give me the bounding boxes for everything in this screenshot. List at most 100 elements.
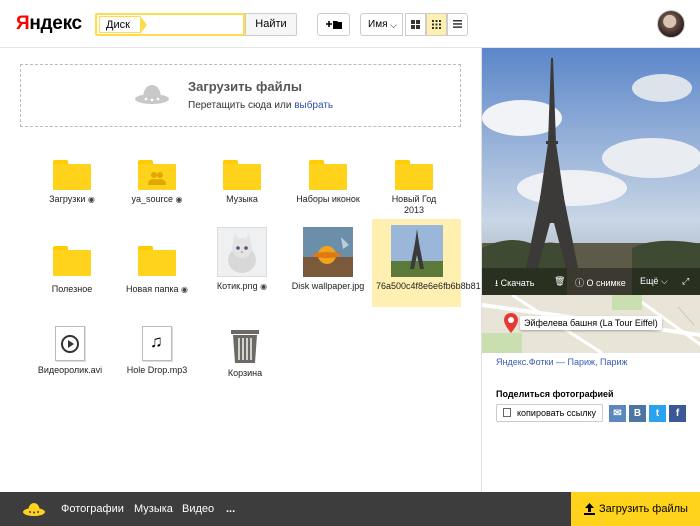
new-folder-icon — [325, 21, 342, 29]
folder-icon — [53, 160, 91, 190]
file-item-useful[interactable]: Полезное — [28, 246, 116, 295]
choose-files-link[interactable]: выбрать — [294, 100, 333, 111]
copy-icon — [503, 408, 511, 417]
file-item-new-folder[interactable]: Новая папка ◉ — [113, 246, 201, 295]
share-title: Поделиться фотографией — [496, 389, 614, 399]
upload-files-label: Загрузить файлы — [599, 503, 688, 515]
download-icon: ⭳ — [495, 278, 499, 288]
people-icon — [148, 172, 166, 185]
bottom-bar: Фотографии Музыка Видео ... Загрузить фа… — [0, 492, 700, 526]
info-icon: ⓘ — [575, 278, 585, 288]
nav-music[interactable]: Музыка — [134, 503, 173, 515]
eiffel-thumbnail — [390, 225, 443, 277]
file-name: Загрузки — [49, 194, 86, 204]
file-name: Полезное — [51, 284, 93, 294]
delete-icon[interactable]: 🗑 — [554, 276, 565, 287]
eiffel-tower-photo — [482, 48, 700, 295]
header: Яндекс Диск Найти Имя ⌵ — [0, 0, 700, 48]
photo-source-link[interactable]: Яндекс.Фотки — Париж, Париж — [496, 357, 628, 367]
about-photo-action[interactable]: ⓘ О снимке — [575, 276, 626, 289]
upload-files-button[interactable]: Загрузить файлы — [571, 492, 700, 526]
sync-icon: ◉ — [260, 282, 268, 291]
dropzone-title: Загрузить файлы — [188, 79, 302, 94]
file-item-kitten[interactable]: Котик.png ◉ — [198, 227, 286, 292]
facebook-share-icon[interactable]: f — [669, 405, 686, 422]
dropzone-subtitle: Перетащить сюда или выбрать — [188, 100, 333, 111]
file-label: ya_source ◉ — [113, 194, 201, 205]
new-folder-button[interactable] — [317, 13, 350, 36]
file-item-new-year[interactable]: Новый Год 2013 — [370, 160, 458, 216]
view-small-icons-button[interactable] — [426, 13, 447, 36]
view-list-button[interactable] — [447, 13, 468, 36]
vk-share-icon[interactable]: ✉ — [609, 405, 626, 422]
file-item-audio[interactable]: ♫ Hole Drop.mp3 — [113, 326, 201, 376]
search-box[interactable]: Диск — [95, 13, 245, 36]
file-name: Новая папка — [126, 284, 179, 294]
about-photo-label: О снимке — [586, 278, 626, 288]
chevron-down-icon: ⌵ — [390, 20, 397, 30]
file-name: Музыка — [226, 194, 258, 204]
list-icon — [453, 20, 462, 28]
nav-photos[interactable]: Фотографии — [61, 503, 124, 515]
sync-icon: ◉ — [87, 195, 95, 204]
sync-icon: ◉ — [181, 285, 188, 294]
map-place-label: Эйфелева башня (La Tour Eiffel) — [520, 316, 662, 330]
play-icon — [61, 335, 79, 353]
dropzone-subtitle-text: Перетащить сюда или — [188, 100, 292, 111]
more-label: Ещё — [640, 276, 659, 286]
search-scope-tag[interactable]: Диск — [99, 16, 147, 34]
folder-icon — [138, 246, 176, 276]
copy-link-label: копировать ссылку — [517, 408, 597, 418]
expand-icon[interactable]: ⤢ — [682, 276, 689, 287]
kitten-image — [218, 228, 266, 276]
upload-dropzone[interactable]: Загрузить файлы Перетащить сюда или выбр… — [20, 64, 461, 127]
file-label: Загрузки ◉ — [28, 194, 116, 205]
view-large-icons-button[interactable] — [405, 13, 426, 36]
photo-preview: ⭳ Скачать 🗑 ⓘ О снимке Ещё ⌵ ⤢ — [482, 48, 700, 295]
folder-icon — [223, 160, 261, 190]
audio-file-icon: ♫ — [142, 326, 172, 361]
file-item-ya-source[interactable]: ya_source ◉ — [113, 160, 201, 205]
file-name: Hole Drop.mp3 — [126, 365, 188, 375]
sort-dropdown[interactable]: Имя ⌵ — [360, 13, 403, 36]
file-item-disk-wallpaper[interactable]: Disk wallpaper.jpg — [284, 227, 372, 292]
file-item-video[interactable]: Видеоролик.avi — [26, 326, 114, 376]
sync-icon: ◉ — [175, 195, 183, 204]
photo-actions-bar: ⭳ Скачать 🗑 ⓘ О снимке Ещё ⌵ ⤢ — [482, 268, 700, 295]
ufo-logo-icon[interactable] — [22, 500, 46, 518]
file-name: ya_source — [131, 194, 174, 204]
file-name: Котик.png — [216, 281, 258, 291]
location-map[interactable]: Эйфелева башня (La Tour Eiffel) — [482, 295, 700, 353]
twitter-share-icon[interactable]: t — [649, 405, 666, 422]
file-label: Котик.png ◉ — [198, 281, 286, 292]
sort-label: Имя — [368, 19, 388, 30]
more-action[interactable]: Ещё ⌵ — [640, 276, 668, 287]
trash-icon — [231, 330, 259, 363]
file-name: Новый Год 2013 — [391, 194, 437, 215]
file-item-music-folder[interactable]: Музыка — [198, 160, 286, 205]
file-item-downloads[interactable]: Загрузки ◉ — [28, 160, 116, 205]
file-item-icon-sets[interactable]: Наборы иконок — [284, 160, 372, 205]
logo-ya: Я — [16, 13, 30, 34]
file-item-trash[interactable]: Корзина — [201, 328, 289, 379]
location-pin-icon — [504, 313, 518, 333]
file-name: Корзина — [227, 368, 263, 378]
logo-rest: ндекс — [29, 13, 82, 34]
yandex-logo[interactable]: Яндекс — [16, 13, 82, 35]
download-label: Скачать — [500, 278, 535, 288]
search-button[interactable]: Найти — [245, 13, 297, 36]
copy-link-button[interactable]: копировать ссылку — [496, 404, 603, 422]
nav-more[interactable]: ... — [226, 503, 235, 515]
chevron-down-icon: ⌵ — [660, 276, 668, 286]
wallpaper-thumbnail — [303, 227, 353, 277]
preview-panel: ⭳ Скачать 🗑 ⓘ О снимке Ещё ⌵ ⤢ Эйфелева … — [481, 48, 700, 492]
vkontakte-share-icon[interactable]: B — [629, 405, 646, 422]
user-avatar[interactable] — [657, 10, 685, 38]
search-input[interactable] — [152, 17, 237, 32]
nav-video[interactable]: Видео — [182, 503, 214, 515]
kitten-thumbnail — [217, 227, 267, 277]
download-action[interactable]: ⭳ Скачать — [495, 276, 534, 292]
folder-icon — [395, 160, 433, 190]
grid-small-icon — [432, 20, 441, 29]
file-item-eiffel-photo-selected[interactable]: 76a500c4f8e6e6fb6b8b81341455... — [372, 219, 518, 307]
